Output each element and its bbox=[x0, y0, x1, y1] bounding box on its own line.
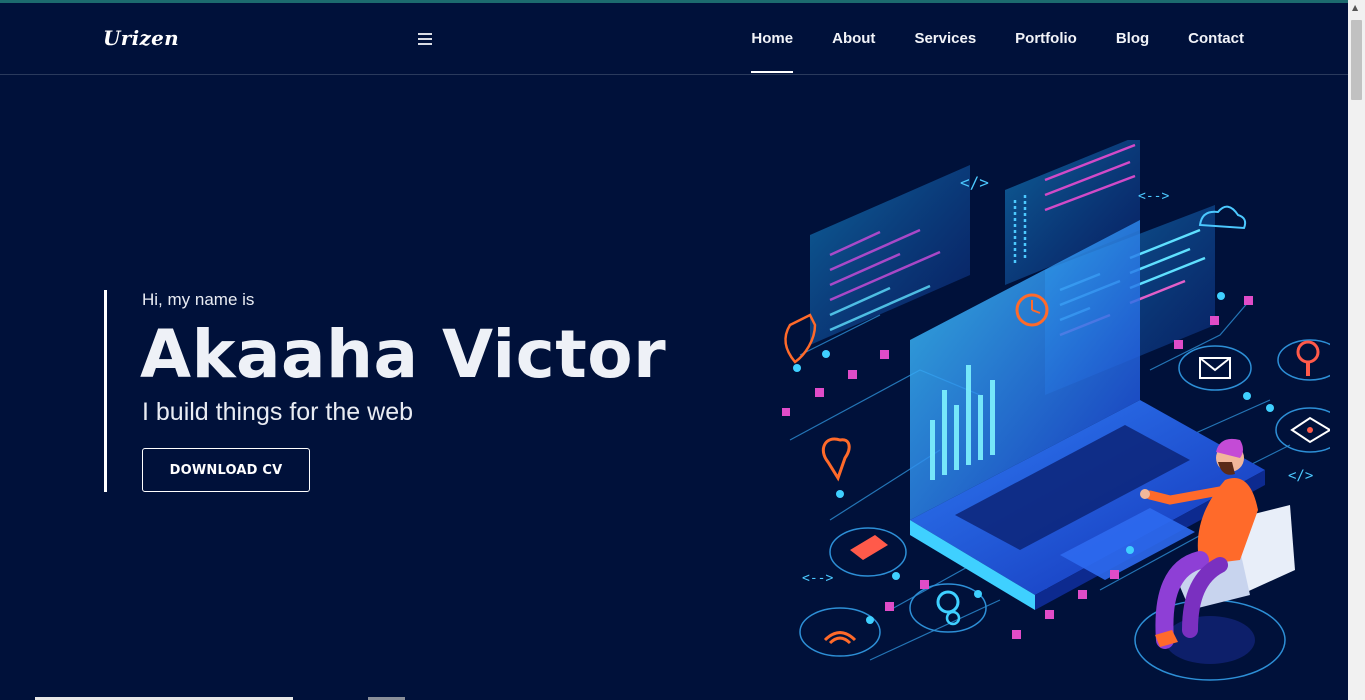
scroll-up-arrow-icon[interactable]: ▲ bbox=[1352, 3, 1358, 12]
nav-link-portfolio[interactable]: Portfolio bbox=[1015, 30, 1077, 47]
hero-tagline: I build things for the web bbox=[142, 398, 413, 426]
wifi-icon bbox=[799, 607, 881, 657]
site-logo[interactable]: Urizen bbox=[103, 26, 179, 50]
nav-link-services[interactable]: Services bbox=[914, 30, 976, 47]
nav-link-blog[interactable]: Blog bbox=[1116, 30, 1149, 47]
document-icon bbox=[829, 527, 907, 577]
code-panel-left bbox=[810, 165, 970, 345]
location-pin-icon bbox=[821, 437, 851, 482]
code-tag-4: <--> bbox=[802, 571, 833, 586]
nav-links: Home About Services Portfolio Blog Conta… bbox=[751, 30, 1244, 73]
download-cv-button[interactable]: DOWNLOAD CV bbox=[142, 448, 310, 492]
scrollbar-thumb[interactable] bbox=[1351, 20, 1362, 100]
hero-accent-line bbox=[104, 290, 107, 492]
gear-icon bbox=[909, 583, 987, 633]
developer-illustration: </> <--> </> <--> bbox=[782, 140, 1330, 681]
navbar: Urizen Home About Services Portfolio Blo… bbox=[0, 3, 1348, 75]
code-tag-3: </> bbox=[1288, 468, 1313, 484]
code-tag-1: </> bbox=[960, 173, 989, 192]
mail-icon bbox=[1178, 345, 1252, 391]
search-icon bbox=[1277, 339, 1330, 381]
code-tag-2: <--> bbox=[1138, 189, 1169, 204]
nav-link-contact[interactable]: Contact bbox=[1188, 30, 1244, 47]
grid-icon bbox=[1275, 407, 1330, 453]
vertical-scrollbar[interactable]: ▲ bbox=[1348, 0, 1365, 700]
nav-link-about[interactable]: About bbox=[832, 30, 875, 47]
hero-name: Akaaha Victor bbox=[140, 316, 667, 393]
nav-link-home[interactable]: Home bbox=[751, 30, 793, 73]
hamburger-menu-icon[interactable] bbox=[418, 33, 432, 45]
hero-greeting: Hi, my name is bbox=[142, 290, 255, 309]
